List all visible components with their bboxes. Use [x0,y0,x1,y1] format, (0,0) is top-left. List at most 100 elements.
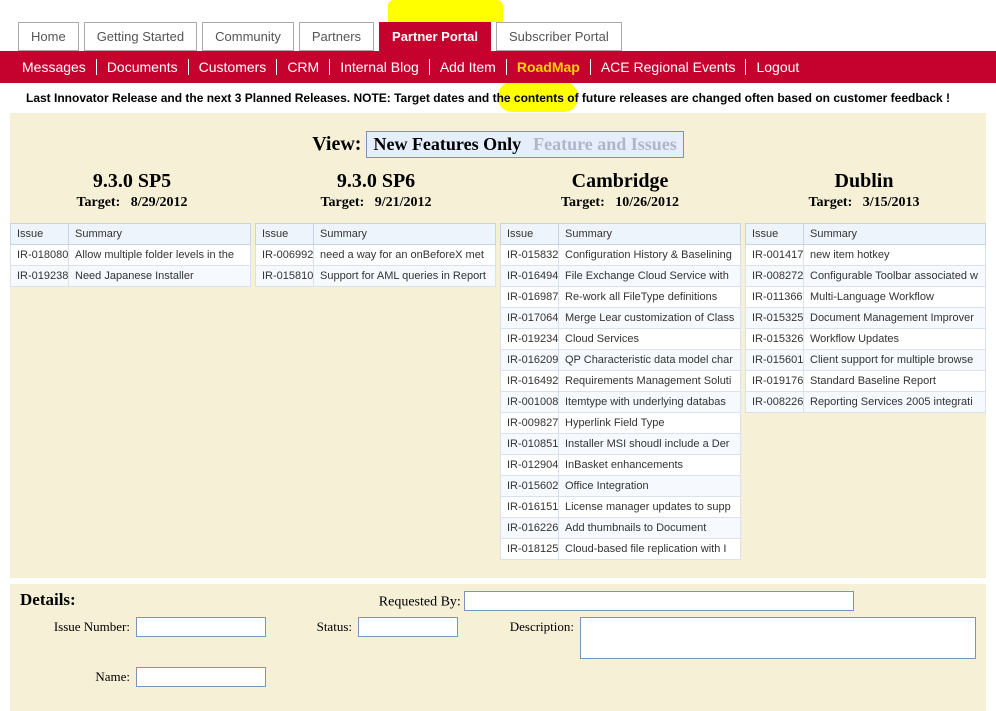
release-target: Target: 3/15/2013 [742,195,986,211]
issue-summary: Workflow Updates [804,329,986,350]
subnav-ace-regional-events[interactable]: ACE Regional Events [591,59,747,75]
table-row[interactable]: IR-019234Cloud Services [501,329,741,350]
issue-id: IR-019234 [501,329,559,350]
table-row[interactable]: IR-016492Requirements Management Soluti [501,371,741,392]
issue-id: IR-015326 [746,329,804,350]
issue-summary: Reporting Services 2005 integrati [804,392,986,413]
table-row[interactable]: IR-015601Client support for multiple bro… [746,350,986,371]
table-row[interactable]: IR-006992need a way for an onBeforeX met [256,245,496,266]
tab-getting-started[interactable]: Getting Started [84,22,197,51]
subnav-roadmap[interactable]: RoadMap [507,59,591,75]
table-row[interactable]: IR-018125Cloud-based file replication wi… [501,539,741,560]
issue-id: IR-011366 [746,287,804,308]
status-input[interactable] [358,617,458,637]
subnav-customers[interactable]: Customers [189,59,278,75]
tab-partners[interactable]: Partners [299,22,374,51]
release-name: Cambridge [498,170,742,193]
table-row[interactable]: IR-016209QP Characteristic data model ch… [501,350,741,371]
issue-id: IR-009827 [501,413,559,434]
issue-summary: Hyperlink Field Type [559,413,741,434]
tab-subscriber-portal[interactable]: Subscriber Portal [496,22,622,51]
requested-by-input[interactable] [464,591,854,611]
table-row[interactable]: IR-001008Itemtype with underlying databa… [501,392,741,413]
table-row[interactable]: IR-017064Merge Lear customization of Cla… [501,308,741,329]
release-grid: IssueSummaryIR-015832Configuration Histo… [500,223,745,560]
release-target: Target: 10/26/2012 [498,195,742,211]
release-name: Dublin [742,170,986,193]
subnav-messages[interactable]: Messages [12,59,97,75]
tab-home[interactable]: Home [18,22,79,51]
details-panel: Details: Requested By: Issue Number: Sta… [10,584,986,711]
table-row[interactable]: IR-011366Multi-Language Workflow [746,287,986,308]
table-row[interactable]: IR-019176Standard Baseline Report [746,371,986,392]
issue-id: IR-015832 [501,245,559,266]
col-summary-header[interactable]: Summary [69,224,251,245]
table-row[interactable]: IR-001417new item hotkey [746,245,986,266]
table-row[interactable]: IR-015832Configuration History & Baselin… [501,245,741,266]
issue-id: IR-016226 [501,518,559,539]
issue-summary: InBasket enhancements [559,455,741,476]
subnav-documents[interactable]: Documents [97,59,189,75]
view-label: View: [312,133,361,155]
table-row[interactable]: IR-016226Add thumbnails to Document [501,518,741,539]
issue-id: IR-016987 [501,287,559,308]
issue-id: IR-016494 [501,266,559,287]
subnav-logout[interactable]: Logout [746,59,809,75]
subnav-internal-blog[interactable]: Internal Blog [330,59,430,75]
table-row[interactable]: IR-012904InBasket enhancements [501,455,741,476]
tab-partner-portal[interactable]: Partner Portal [379,22,491,51]
roadmap-panel: View: New Features OnlyFeature and Issue… [10,113,986,578]
details-title: Details: [20,590,76,610]
table-row[interactable]: IR-010851Installer MSI shoudl include a … [501,434,741,455]
table-row[interactable]: IR-015326Workflow Updates [746,329,986,350]
issue-id: IR-019176 [746,371,804,392]
subnav-add-item[interactable]: Add Item [430,59,507,75]
col-issue-header[interactable]: Issue [746,224,804,245]
issue-summary: Multi-Language Workflow [804,287,986,308]
issue-id: IR-018125 [501,539,559,560]
col-issue-header[interactable]: Issue [501,224,559,245]
table-row[interactable]: IR-015810Support for AML queries in Repo… [256,266,496,287]
table-row[interactable]: IR-008272Configurable Toolbar associated… [746,266,986,287]
issue-id: IR-015810 [256,266,314,287]
main-tabs: HomeGetting StartedCommunityPartnersPart… [0,0,996,51]
issue-summary: Need Japanese Installer [69,266,251,287]
issue-summary: File Exchange Cloud Service with [559,266,741,287]
col-summary-header[interactable]: Summary [804,224,986,245]
release-target: Target: 8/29/2012 [10,195,254,211]
issue-summary: Configuration History & Baselining [559,245,741,266]
name-input[interactable] [136,667,266,687]
issue-summary: Installer MSI shoudl include a Der [559,434,741,455]
release-target: Target: 9/21/2012 [254,195,498,211]
issue-id: IR-015325 [746,308,804,329]
description-input[interactable] [580,617,976,659]
col-summary-header[interactable]: Summary [314,224,496,245]
table-row[interactable]: IR-015602Office Integration [501,476,741,497]
table-row[interactable]: IR-018080Allow multiple folder levels in… [11,245,251,266]
table-row[interactable]: IR-016494File Exchange Cloud Service wit… [501,266,741,287]
toggle-feature-and-issues[interactable]: Feature and Issues [527,132,683,157]
issue-summary: Add thumbnails to Document [559,518,741,539]
col-issue-header[interactable]: Issue [11,224,69,245]
tab-community[interactable]: Community [202,22,294,51]
issue-number-input[interactable] [136,617,266,637]
toggle-new-features[interactable]: New Features Only [367,132,527,157]
table-row[interactable]: IR-016987Re-work all FileType definition… [501,287,741,308]
issue-summary: QP Characteristic data model char [559,350,741,371]
table-row[interactable]: IR-016151License manager updates to supp [501,497,741,518]
issue-summary: Client support for multiple browse [804,350,986,371]
issue-id: IR-012904 [501,455,559,476]
release-header: Cambridge Target: 10/26/2012 [498,170,742,211]
table-row[interactable]: IR-008226Reporting Services 2005 integra… [746,392,986,413]
table-row[interactable]: IR-015325Document Management Improver [746,308,986,329]
requested-by-label: Requested By: [379,594,461,609]
issue-id: IR-018080 [11,245,69,266]
col-summary-header[interactable]: Summary [559,224,741,245]
issue-summary: Itemtype with underlying databas [559,392,741,413]
col-issue-header[interactable]: Issue [256,224,314,245]
issue-number-label: Issue Number: [20,617,130,635]
table-row[interactable]: IR-019238Need Japanese Installer [11,266,251,287]
issue-summary: new item hotkey [804,245,986,266]
subnav-crm[interactable]: CRM [277,59,330,75]
table-row[interactable]: IR-009827Hyperlink Field Type [501,413,741,434]
